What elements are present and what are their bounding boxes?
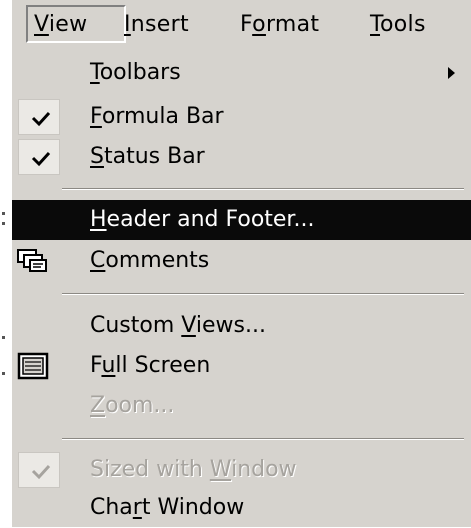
menu-item-chart-window[interactable]: Chart Window xyxy=(12,488,471,528)
edge-mark xyxy=(2,336,5,339)
menu-tools[interactable]: Tools xyxy=(370,12,426,38)
view-dropdown-menu: Toolbars Formula Bar Status Bar Header a… xyxy=(12,48,471,527)
menu-separator xyxy=(62,188,464,190)
menu-screenshot: View Insert Format Tools Toolbars Formul… xyxy=(0,0,471,527)
menu-separator xyxy=(62,438,464,440)
comments-icon xyxy=(17,249,47,272)
checkmark-icon xyxy=(31,151,51,167)
menu-item-header-footer[interactable]: Header and Footer... xyxy=(12,200,471,240)
full-screen-icon xyxy=(17,352,49,380)
menu-item-custom-views[interactable]: Custom Views... xyxy=(12,306,471,346)
submenu-arrow-icon xyxy=(448,67,455,79)
menu-item-formula-bar[interactable]: Formula Bar xyxy=(12,97,471,137)
window-left-edge xyxy=(0,0,12,527)
checkmark-icon xyxy=(31,464,51,480)
checkmark-icon xyxy=(31,111,51,127)
menu-item-full-screen[interactable]: Full Screen xyxy=(12,346,471,386)
menu-separator xyxy=(62,293,464,295)
menu-item-toolbars[interactable]: Toolbars xyxy=(12,53,471,93)
menu-item-comments[interactable]: Comments xyxy=(12,241,471,281)
edge-mark xyxy=(2,372,5,375)
menu-view[interactable]: View xyxy=(34,12,87,38)
menu-format[interactable]: Format xyxy=(240,12,319,38)
menu-item-status-bar[interactable]: Status Bar xyxy=(12,137,471,177)
menu-item-sized-with-window: Sized with Window xyxy=(12,450,471,490)
menu-insert[interactable]: Insert xyxy=(124,12,189,38)
edge-mark xyxy=(2,222,5,225)
menu-bar: View Insert Format Tools xyxy=(12,0,471,49)
menu-item-zoom: Zoom... xyxy=(90,393,175,418)
edge-mark xyxy=(2,212,5,215)
